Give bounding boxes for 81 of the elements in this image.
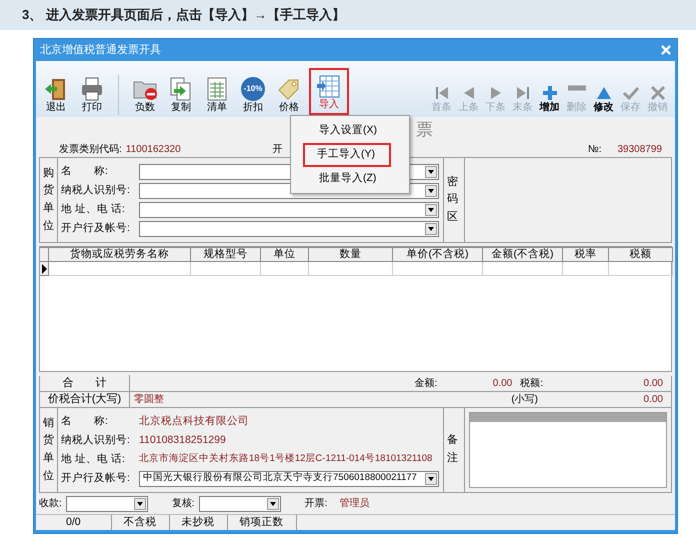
column-header: 税额 <box>609 247 673 262</box>
field-label: 地 址、电 话: <box>61 452 126 467</box>
check-icon <box>622 84 640 102</box>
section-label: 密码区 <box>447 174 458 225</box>
printer-icon <box>79 76 105 102</box>
plus-icon <box>540 84 558 102</box>
field-label: 纳税人识别号: <box>61 432 131 448</box>
amount-label: 金额: <box>414 376 438 391</box>
small-label: (小写) <box>511 392 538 407</box>
table-cell[interactable] <box>261 262 309 276</box>
menu-item[interactable]: 批量导入(Z) <box>291 166 409 190</box>
toolbar-button[interactable]: 负数 <box>129 74 161 115</box>
toolbar-button[interactable]: 导入 <box>309 68 349 115</box>
signer-label: 复核: <box>172 496 195 511</box>
field-label: 纳税人识别号: <box>61 182 131 198</box>
remarks-field[interactable] <box>469 412 667 488</box>
discount-icon: -10% <box>240 76 266 102</box>
tax-value: 0.00 <box>642 377 663 391</box>
field-value: 110108318251299 <box>139 432 226 448</box>
toolbar-button[interactable]: 修改 <box>590 82 617 115</box>
field-label: 名 称: <box>61 414 109 429</box>
status-text: 0/0 <box>36 514 112 530</box>
field-label: 地 址、电 话: <box>61 202 126 217</box>
total-value: 0.00 <box>642 393 663 407</box>
toolbar-button[interactable]: -10% 折扣 <box>237 74 269 115</box>
table-cell[interactable] <box>609 262 673 276</box>
signer-field[interactable] <box>66 496 148 512</box>
signer-field[interactable] <box>198 496 281 512</box>
code-label: 发票类别代码: <box>59 142 122 156</box>
import-grid-icon <box>316 73 342 99</box>
column-header: 税率 <box>563 247 609 262</box>
field-value: 北京税点科技有限公司 <box>139 414 249 429</box>
amount-value: 0.00 <box>492 377 512 391</box>
invoice-code: 1100162320 <box>126 142 181 156</box>
window-title: 北京增值税普通发票开具 <box>40 42 161 58</box>
column-header: 数量 <box>309 247 393 262</box>
table-cell[interactable] <box>483 262 563 276</box>
field-label: 开户行及帐号: <box>61 220 131 236</box>
column-header: 金额(不含税) <box>483 247 563 262</box>
toolbar-button[interactable]: 价格 <box>273 74 305 115</box>
section-label: 购货单位 <box>43 166 54 234</box>
signer-label: 开票: <box>304 497 328 511</box>
tax-label: 税额: <box>520 376 543 391</box>
seller-field[interactable]: 中国光大银行股份有限公司北京天宁寺支行7506018800021177 <box>139 470 439 486</box>
field-label: 名 称: <box>61 164 109 179</box>
invoice-number: 39308799 <box>618 142 662 156</box>
field-label: 开户行及帐号: <box>61 470 131 486</box>
invoice-title-text: 票 <box>416 119 433 142</box>
cross-icon <box>648 84 666 102</box>
column-header: 规格型号 <box>191 247 261 262</box>
toolbar-button[interactable]: 退出 <box>40 74 72 115</box>
menu-item[interactable]: 手工导入(Y) <box>303 142 391 166</box>
table-cell[interactable] <box>309 262 393 276</box>
table-cell[interactable] <box>563 262 609 276</box>
row-pointer-icon <box>42 264 47 274</box>
signer-name: 管理员 <box>339 497 370 511</box>
menu-item[interactable]: 导入设置(X) <box>291 119 409 143</box>
toolbar-button[interactable]: 复制 <box>165 74 197 115</box>
instruction-text: 3、 进入发票开具页面后，点击【导入】→【手工导入】 <box>22 6 345 24</box>
total-in-words: 零圆整 <box>134 393 164 407</box>
table-cell[interactable] <box>191 262 261 276</box>
column-header: 货物或应税劳务名称 <box>49 247 191 262</box>
column-header: 单价(不含税) <box>393 247 483 262</box>
table-cell[interactable] <box>49 262 191 276</box>
table-cell[interactable] <box>393 262 483 276</box>
status-text: 不含税 <box>112 514 170 530</box>
close-icon[interactable] <box>659 43 673 57</box>
toolbar-button[interactable]: 打印 <box>76 74 108 115</box>
buyer-field[interactable] <box>139 202 439 218</box>
status-text: 未抄税 <box>170 514 228 530</box>
field-value: 北京市海淀区中关村东路18号1号楼12层C-1211-014号18101321108 <box>139 452 432 466</box>
status-text: 销项正数 <box>228 514 297 530</box>
buyer-field[interactable] <box>139 220 439 236</box>
toolbar-button[interactable]: 增加 <box>536 82 563 115</box>
signer-label: 收款: <box>39 497 62 511</box>
number-label: №: <box>588 142 602 156</box>
section-label: 备注 <box>447 433 458 466</box>
date-label: 开 <box>272 142 283 156</box>
column-header: 单位 <box>261 247 309 262</box>
section-label: 销货单位 <box>43 416 54 484</box>
toolbar-button[interactable]: 清单 <box>201 74 233 115</box>
